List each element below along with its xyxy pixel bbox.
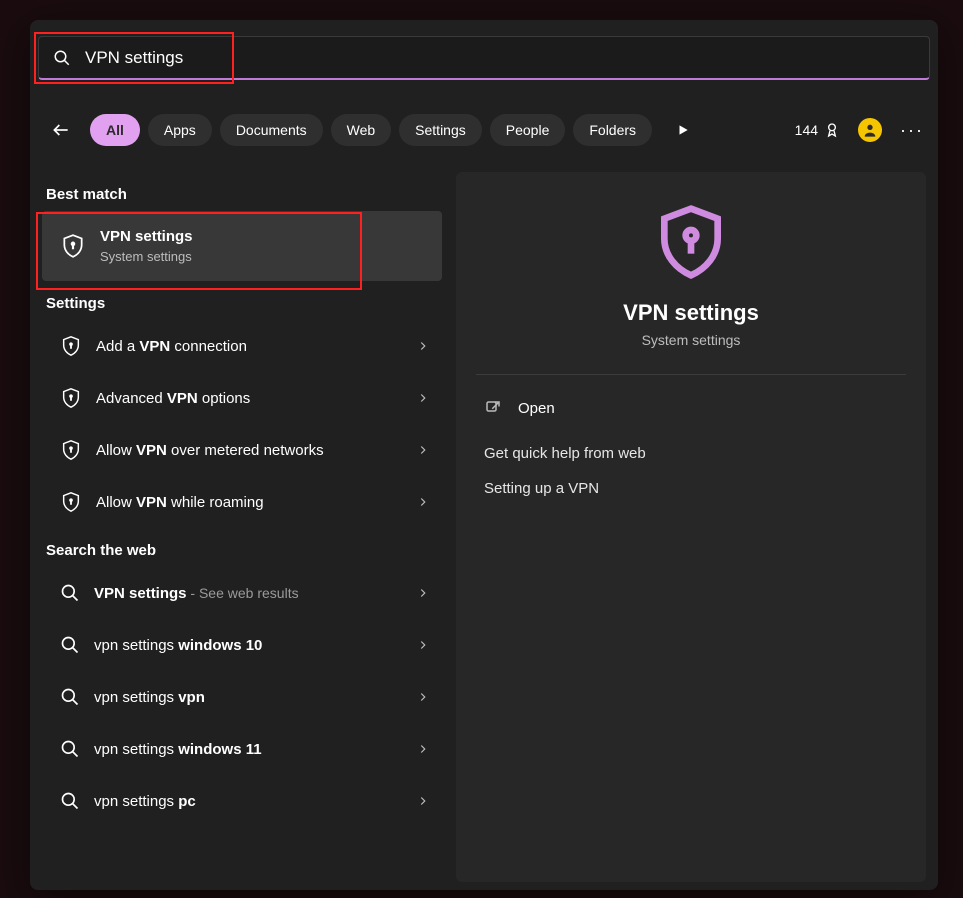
search-icon [53, 49, 71, 67]
detail-open[interactable]: Open [484, 399, 898, 417]
web-item-2[interactable]: vpn settings vpn [42, 671, 442, 723]
search-input[interactable] [71, 48, 929, 68]
filter-apps[interactable]: Apps [148, 114, 212, 146]
best-match-title: VPN settings [100, 228, 193, 245]
filter-more[interactable] [660, 114, 706, 146]
open-label: Open [518, 400, 555, 417]
detail-help-header: Get quick help from web [484, 445, 898, 462]
overflow-menu[interactable]: ··· [900, 120, 924, 141]
settings-item-3[interactable]: Allow VPN while roaming [42, 476, 442, 528]
header-right: 144 ··· [795, 118, 924, 142]
web-item-label: vpn settings pc [94, 793, 416, 810]
settings-item-label: Advanced VPN options [96, 390, 416, 407]
section-web: Search the web [46, 542, 438, 559]
settings-item-label: Add a VPN connection [96, 338, 416, 355]
filter-folders[interactable]: Folders [573, 114, 652, 146]
best-match-subtitle: System settings [100, 249, 193, 264]
open-icon [484, 399, 502, 417]
section-best-match: Best match [46, 186, 438, 203]
back-button[interactable] [44, 113, 78, 147]
detail-help-link-0[interactable]: Setting up a VPN [484, 480, 898, 497]
web-item-label: VPN settings - See web results [94, 585, 416, 602]
rewards-points[interactable]: 144 [795, 122, 840, 138]
results-column: Best match VPN settings System settings … [42, 172, 442, 827]
avatar[interactable] [858, 118, 882, 142]
search-bar[interactable] [38, 36, 930, 80]
filter-row: All Apps Documents Web Settings People F… [44, 110, 924, 150]
points-value: 144 [795, 122, 818, 138]
best-match-result[interactable]: VPN settings System settings [42, 211, 442, 281]
rewards-icon [824, 122, 840, 138]
section-settings: Settings [46, 295, 438, 312]
settings-item-1[interactable]: Advanced VPN options [42, 372, 442, 424]
web-item-label: vpn settings windows 10 [94, 637, 416, 654]
settings-item-2[interactable]: Allow VPN over metered networks [42, 424, 442, 476]
settings-item-label: Allow VPN over metered networks [96, 442, 416, 459]
web-item-label: vpn settings windows 11 [94, 741, 416, 758]
filter-web[interactable]: Web [331, 114, 392, 146]
start-search-panel: All Apps Documents Web Settings People F… [30, 20, 938, 890]
detail-title: VPN settings [456, 300, 926, 326]
web-item-4[interactable]: vpn settings pc [42, 775, 442, 827]
detail-pane: VPN settings System settings Open Get qu… [456, 172, 926, 882]
web-item-1[interactable]: vpn settings windows 10 [42, 619, 442, 671]
filter-documents[interactable]: Documents [220, 114, 323, 146]
filter-people[interactable]: People [490, 114, 566, 146]
detail-subtitle: System settings [456, 332, 926, 348]
filter-settings[interactable]: Settings [399, 114, 482, 146]
web-item-label: vpn settings vpn [94, 689, 416, 706]
settings-item-0[interactable]: Add a VPN connection [42, 320, 442, 372]
detail-shield-icon [651, 202, 731, 282]
filter-all[interactable]: All [90, 114, 140, 146]
web-item-3[interactable]: vpn settings windows 11 [42, 723, 442, 775]
settings-item-label: Allow VPN while roaming [96, 494, 416, 511]
web-item-0[interactable]: VPN settings - See web results [42, 567, 442, 619]
